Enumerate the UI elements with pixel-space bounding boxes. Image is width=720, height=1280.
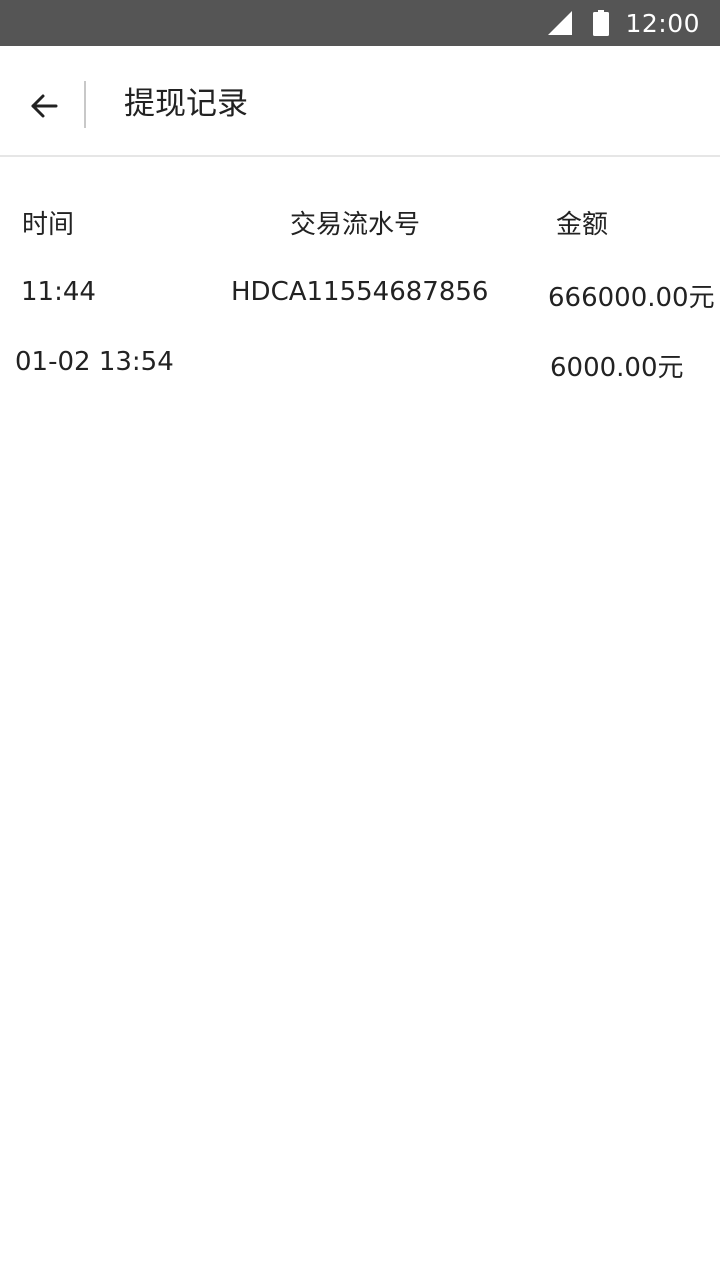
- row-time: 11:44: [21, 277, 96, 307]
- app-bar: 提现记录: [0, 46, 720, 157]
- status-bar: 12:00: [0, 0, 720, 46]
- header-time: 时间: [22, 210, 75, 240]
- row-time: 01-02 13:54: [15, 347, 174, 377]
- cellular-signal-icon: [548, 11, 573, 35]
- header-amount: 金额: [556, 210, 609, 240]
- row-amount: 6000.00元: [550, 353, 684, 383]
- status-icons: 12:00: [548, 0, 700, 46]
- back-button[interactable]: [22, 84, 66, 128]
- page-title: 提现记录: [124, 86, 248, 122]
- header-serial-number: 交易流水号: [290, 210, 421, 240]
- battery-icon: [593, 10, 610, 36]
- arrow-left-icon: [31, 94, 58, 118]
- status-time: 12:00: [625, 8, 700, 38]
- app-bar-divider: [84, 81, 86, 128]
- row-serial-number: HDCA11554687856: [231, 277, 489, 307]
- row-amount: 666000.00元: [548, 283, 715, 313]
